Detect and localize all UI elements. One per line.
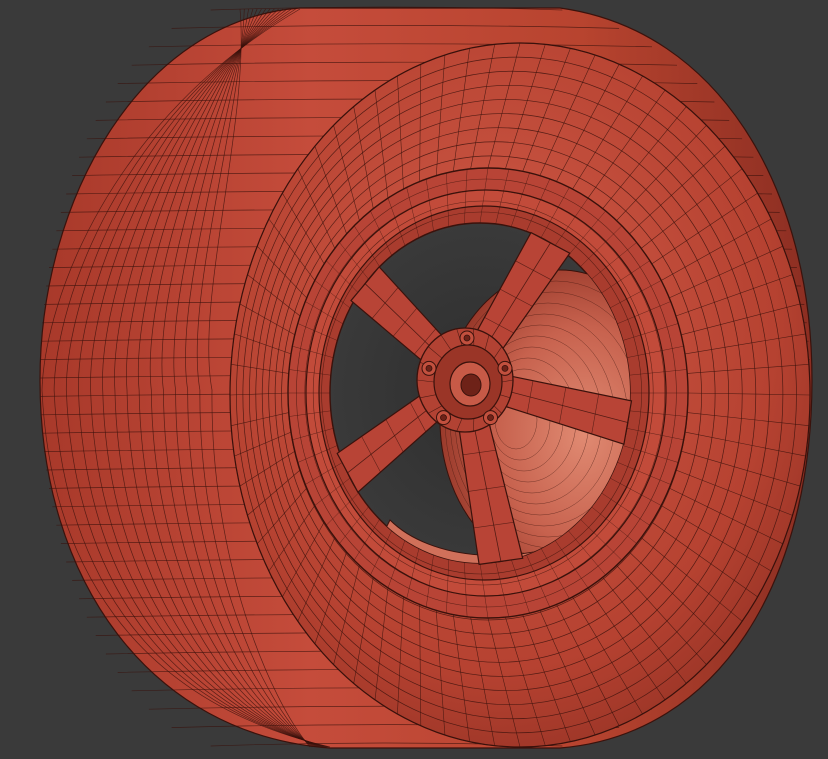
- lug-nut: [421, 360, 437, 376]
- wheel-render: [39, 6, 813, 749]
- lug-nut: [497, 360, 513, 376]
- lug-nut: [483, 410, 498, 426]
- lug-nut: [436, 410, 451, 426]
- 3d-viewport[interactable]: [0, 0, 828, 759]
- lug-nut: [459, 330, 475, 346]
- wheel-hub: [416, 327, 514, 433]
